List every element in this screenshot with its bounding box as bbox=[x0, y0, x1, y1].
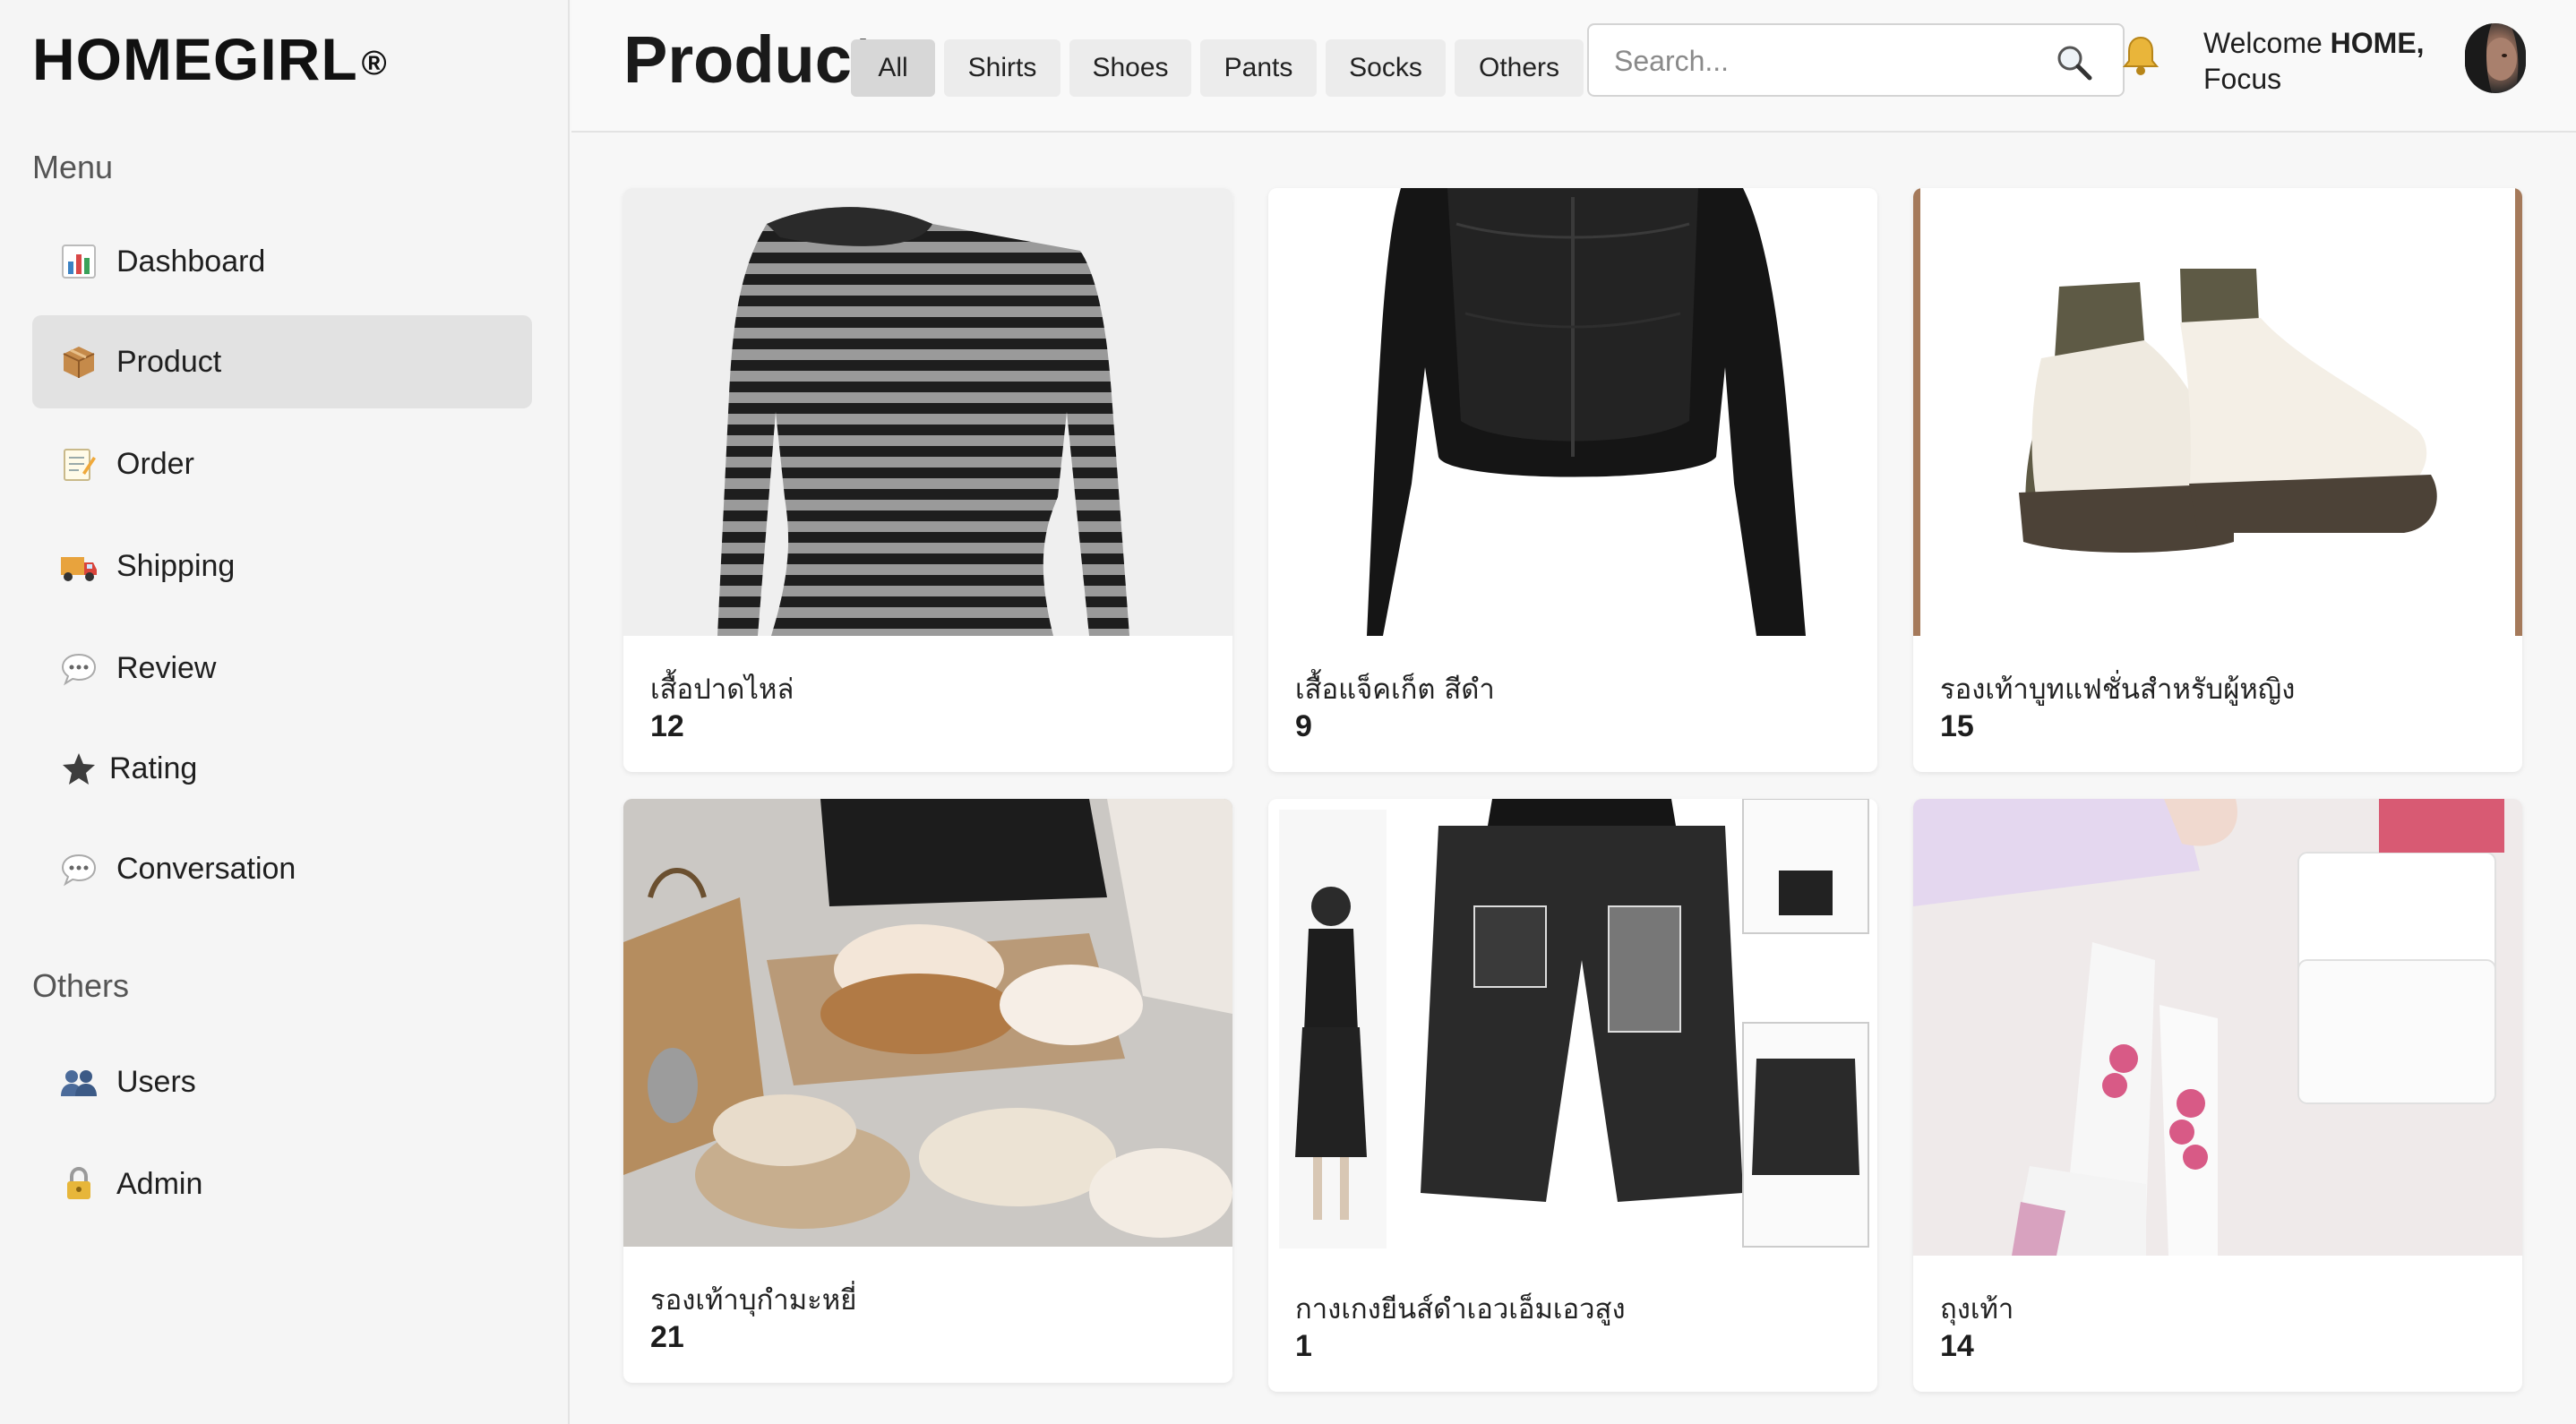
product-card[interactable]: รองเท้าบุกำมะหยี่ 21 bbox=[623, 799, 1232, 1383]
product-quantity: 9 bbox=[1295, 709, 1312, 743]
bell-icon[interactable] bbox=[2121, 34, 2160, 87]
speech-bubble-icon bbox=[59, 648, 99, 688]
menu-section-title: Menu bbox=[32, 149, 114, 185]
product-image-striped-top bbox=[623, 188, 1232, 636]
avatar[interactable] bbox=[2465, 23, 2526, 93]
product-name: เสื้อแจ็คเก็ต สีดำ bbox=[1295, 673, 1495, 706]
welcome-user: HOME, bbox=[2330, 27, 2425, 59]
sidebar-item-label: Conversation bbox=[116, 851, 296, 886]
memo-icon bbox=[59, 444, 99, 484]
sidebar-item-label: Product bbox=[116, 344, 222, 379]
lock-icon bbox=[59, 1164, 99, 1204]
sidebar-item-conversation[interactable]: Conversation bbox=[32, 822, 532, 915]
tab-pants[interactable]: Pants bbox=[1200, 39, 1317, 97]
sidebar-item-label: Order bbox=[116, 446, 194, 481]
product-name: ถุงเท้า bbox=[1940, 1293, 2014, 1325]
sidebar-item-admin[interactable]: Admin bbox=[32, 1137, 532, 1231]
product-name: รองเท้าบูทแฟชั่นสำหรับผู้หญิง bbox=[1940, 673, 2296, 706]
product-quantity: 1 bbox=[1295, 1329, 1312, 1363]
tab-all[interactable]: All bbox=[851, 39, 935, 97]
chart-icon bbox=[59, 242, 99, 281]
brand-name: HOMEGIRL bbox=[32, 26, 358, 92]
product-image-denim-shorts bbox=[1268, 799, 1877, 1256]
truck-icon bbox=[59, 546, 99, 586]
product-card[interactable]: ถุงเท้า 14 bbox=[1913, 799, 2522, 1392]
product-name: เสื้อปาดไหล่ bbox=[650, 673, 794, 706]
sidebar-item-label: Shipping bbox=[116, 548, 236, 583]
sidebar-item-product[interactable]: Product bbox=[32, 315, 532, 408]
product-name: กางเกงยีนส์ดำเอวเอ็มเอวสูง bbox=[1295, 1293, 1626, 1325]
product-quantity: 15 bbox=[1940, 709, 1974, 743]
sidebar: HOMEGIRL ® Menu Dashboard Product Order S… bbox=[0, 0, 570, 1424]
sidebar-item-review[interactable]: Review bbox=[32, 622, 532, 715]
registered-mark: ® bbox=[361, 45, 388, 82]
page-title: Product bbox=[623, 22, 874, 97]
sidebar-item-rating[interactable]: Rating bbox=[32, 722, 532, 815]
search-icon[interactable] bbox=[2055, 43, 2092, 85]
tab-others[interactable]: Others bbox=[1455, 39, 1584, 97]
product-card[interactable]: รองเท้าบูทแฟชั่นสำหรับผู้หญิง 15 bbox=[1913, 188, 2522, 772]
others-section-title: Others bbox=[32, 967, 130, 1004]
users-icon bbox=[59, 1062, 99, 1102]
tab-socks[interactable]: Socks bbox=[1326, 39, 1446, 97]
sidebar-item-order[interactable]: Order bbox=[32, 417, 532, 510]
tab-shoes[interactable]: Shoes bbox=[1069, 39, 1191, 97]
product-quantity: 14 bbox=[1940, 1329, 1974, 1363]
search-box bbox=[1587, 23, 2125, 97]
sidebar-item-label: Users bbox=[116, 1064, 196, 1099]
sidebar-item-shipping[interactable]: Shipping bbox=[32, 519, 532, 613]
sidebar-item-dashboard[interactable]: Dashboard bbox=[32, 215, 532, 308]
top-header: Product All Shirts Shoes Pants Socks Oth… bbox=[571, 0, 2576, 133]
package-icon bbox=[59, 342, 99, 382]
sidebar-item-label: Rating bbox=[109, 751, 198, 785]
sidebar-item-users[interactable]: Users bbox=[32, 1035, 532, 1128]
product-image-socks bbox=[1913, 799, 2522, 1256]
welcome-subtitle: Focus bbox=[2203, 63, 2282, 95]
brand-logo[interactable]: HOMEGIRL ® bbox=[32, 25, 388, 93]
product-image-fur-slippers bbox=[623, 799, 1232, 1247]
product-card[interactable]: เสื้อแจ็คเก็ต สีดำ 9 bbox=[1268, 188, 1877, 772]
welcome-prefix: Welcome bbox=[2203, 27, 2331, 59]
product-image-cream-boots bbox=[1913, 188, 2522, 636]
product-card[interactable]: กางเกงยีนส์ดำเอวเอ็มเอวสูง 1 bbox=[1268, 799, 1877, 1392]
product-card[interactable]: เสื้อปาดไหล่ 12 bbox=[623, 188, 1232, 772]
product-name: รองเท้าบุกำมะหยี่ bbox=[650, 1284, 857, 1317]
welcome-text: Welcome HOME, Focus bbox=[2203, 25, 2425, 97]
sidebar-item-label: Review bbox=[116, 650, 217, 685]
tab-shirts[interactable]: Shirts bbox=[944, 39, 1060, 97]
speech-bubble-icon bbox=[59, 849, 99, 888]
product-image-black-jacket bbox=[1268, 188, 1877, 636]
search-input[interactable] bbox=[1614, 36, 2044, 86]
sidebar-item-label: Dashboard bbox=[116, 244, 266, 279]
product-quantity: 12 bbox=[650, 709, 684, 743]
star-icon bbox=[59, 749, 99, 788]
sidebar-item-label: Admin bbox=[116, 1166, 203, 1201]
product-quantity: 21 bbox=[650, 1320, 684, 1354]
